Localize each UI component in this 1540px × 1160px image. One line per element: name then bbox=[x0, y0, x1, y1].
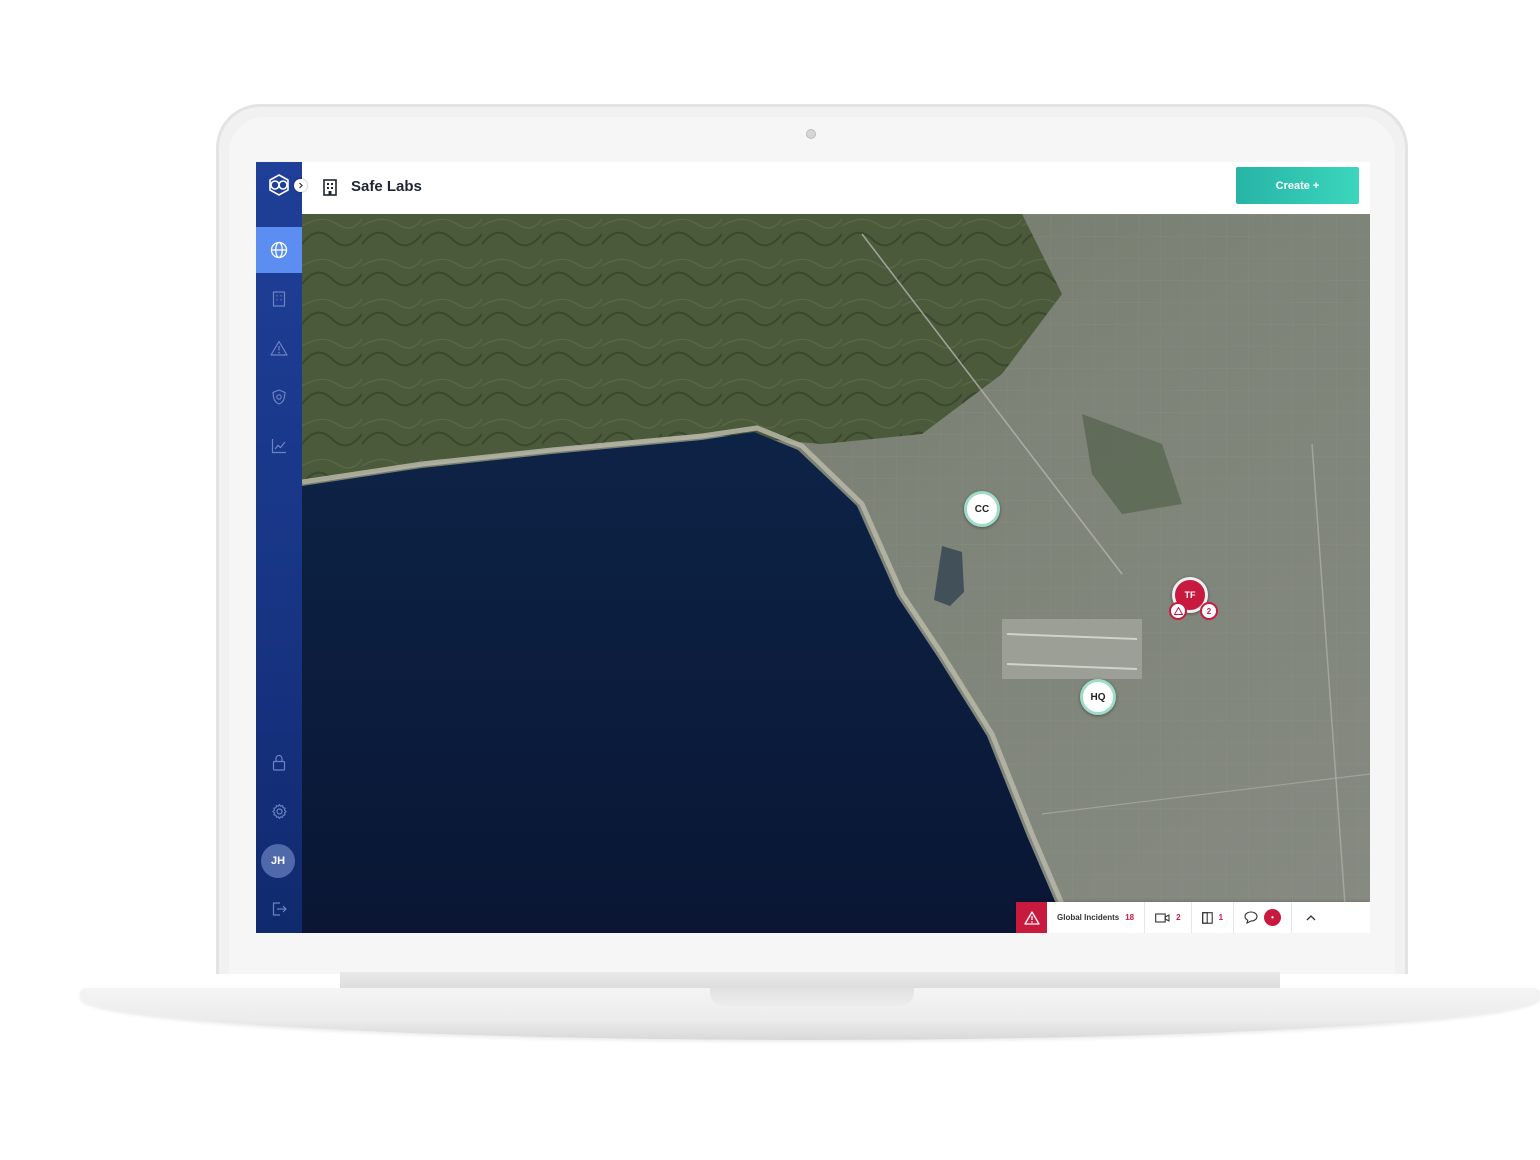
sidebar-expand-button[interactable] bbox=[294, 179, 307, 192]
alert-icon bbox=[1173, 607, 1183, 615]
camera-dot bbox=[806, 129, 816, 139]
logout-icon bbox=[272, 902, 287, 916]
marker-alert-count: 2 bbox=[1200, 602, 1218, 620]
marker-label: TF bbox=[1184, 590, 1196, 600]
satellite-map[interactable]: CC TF 2 HQ bbox=[301, 214, 1370, 933]
sidebar-item-settings[interactable] bbox=[256, 788, 302, 834]
lock-icon bbox=[272, 754, 286, 771]
avatar[interactable]: JH bbox=[261, 844, 295, 878]
expand-statusbar-button[interactable] bbox=[1292, 902, 1330, 933]
marker-label: CC bbox=[974, 503, 990, 515]
incidents-count: 18 bbox=[1125, 913, 1135, 922]
sidebar: JH bbox=[256, 162, 302, 933]
laptop-notch bbox=[710, 988, 914, 1006]
avatar-initials: JH bbox=[270, 855, 286, 867]
chat-bubble-icon bbox=[1244, 911, 1258, 924]
map-background bbox=[301, 214, 1370, 933]
camera-count: 2 bbox=[1176, 913, 1181, 922]
building-icon bbox=[323, 179, 337, 196]
door-icon bbox=[1201, 911, 1213, 924]
map-marker-cc[interactable]: CC bbox=[964, 491, 1000, 527]
chevron-up-icon bbox=[1306, 915, 1316, 921]
create-button[interactable]: Create + bbox=[1236, 167, 1359, 204]
video-camera-icon bbox=[1155, 912, 1170, 923]
incidents-alert-button[interactable] bbox=[1016, 902, 1047, 933]
marker-alert-badge bbox=[1169, 602, 1187, 620]
sidebar-item-map[interactable] bbox=[256, 227, 302, 273]
chevron-right-icon bbox=[299, 182, 303, 189]
alert-icon bbox=[270, 340, 288, 356]
global-incidents[interactable]: Global Incidents 18 bbox=[1047, 902, 1146, 933]
messages-status[interactable]: • bbox=[1234, 902, 1293, 933]
page-title: Safe Labs bbox=[351, 178, 422, 195]
door-count: 1 bbox=[1218, 913, 1224, 922]
sidebar-item-security[interactable] bbox=[256, 374, 302, 420]
sidebar-item-logout[interactable] bbox=[256, 886, 302, 932]
messages-badge: • bbox=[1264, 909, 1282, 926]
shield-icon bbox=[272, 389, 286, 405]
incidents-label: Global Incidents bbox=[1057, 913, 1120, 922]
app-screen: JH Safe Labs Create + CC TF 2 HQ Global … bbox=[256, 162, 1370, 933]
marker-label: HQ bbox=[1090, 691, 1106, 703]
top-bar: Safe Labs Create + bbox=[302, 162, 1370, 214]
gear-icon bbox=[271, 803, 287, 819]
chart-icon bbox=[271, 439, 286, 454]
sidebar-item-lock[interactable] bbox=[256, 739, 302, 785]
status-bar: Global Incidents 18 2 1 • bbox=[1016, 902, 1370, 933]
alert-icon bbox=[1023, 910, 1040, 925]
building-icon bbox=[272, 291, 286, 307]
map-marker-hq[interactable]: HQ bbox=[1080, 679, 1116, 715]
sidebar-item-analytics[interactable] bbox=[256, 423, 302, 469]
globe-icon bbox=[270, 241, 288, 259]
camera-status[interactable]: 2 bbox=[1145, 902, 1192, 933]
door-status[interactable]: 1 bbox=[1192, 902, 1235, 933]
sidebar-item-incidents[interactable] bbox=[256, 325, 302, 371]
sidebar-item-sites[interactable] bbox=[256, 276, 302, 322]
